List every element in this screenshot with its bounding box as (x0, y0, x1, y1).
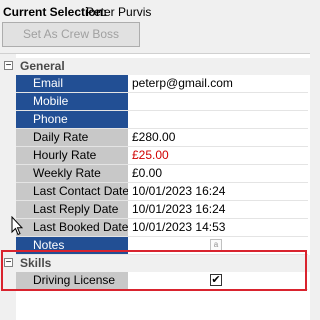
property-row-last-booked-date[interactable]: Last Booked Date 10/01/2023 14:53 (16, 219, 308, 237)
property-grid: − General Email peterp@gmail.com Mobile … (0, 53, 310, 320)
last-booked-date-value[interactable]: 10/01/2023 14:53 (129, 219, 308, 236)
property-row-driving-license[interactable]: Driving License ✔ (16, 272, 308, 290)
property-row-hourly-rate[interactable]: Hourly Rate £25.00 (16, 147, 308, 165)
property-row-phone[interactable]: Phone (16, 111, 308, 129)
property-row-daily-rate[interactable]: Daily Rate £280.00 (16, 129, 308, 147)
property-label: Notes (16, 237, 128, 254)
category-skills[interactable]: − Skills (0, 255, 310, 272)
weekly-rate-value[interactable]: £0.00 (129, 165, 308, 182)
last-reply-date-value[interactable]: 10/01/2023 16:24 (129, 201, 308, 218)
property-label: Last Reply Date (16, 201, 128, 218)
property-row-notes[interactable]: Notes a (16, 237, 308, 255)
category-general[interactable]: − General (0, 58, 310, 75)
property-label: Phone (16, 111, 128, 128)
selection-header: Current Selection: Peter Purvis Set As C… (0, 0, 310, 52)
property-label: Last Booked Date (16, 219, 128, 236)
property-row-email[interactable]: Email peterp@gmail.com (16, 75, 308, 93)
last-contact-date-value[interactable]: 10/01/2023 16:24 (129, 183, 308, 200)
property-row-last-reply-date[interactable]: Last Reply Date 10/01/2023 16:24 (16, 201, 308, 219)
property-label: Driving License (16, 272, 128, 289)
property-label: Hourly Rate (16, 147, 128, 164)
category-skills-label: Skills (20, 256, 52, 270)
driving-license-checkbox[interactable]: ✔ (210, 274, 222, 286)
mouse-pointer-icon (11, 216, 23, 236)
email-value[interactable]: peterp@gmail.com (129, 75, 308, 92)
property-label: Weekly Rate (16, 165, 128, 182)
property-label: Mobile (16, 93, 128, 110)
property-label: Daily Rate (16, 129, 128, 146)
grid-gutter (0, 54, 16, 320)
property-row-mobile[interactable]: Mobile (16, 93, 308, 111)
collapse-icon[interactable]: − (4, 258, 13, 268)
daily-rate-value[interactable]: £280.00 (129, 129, 308, 146)
hourly-rate-value[interactable]: £25.00 (129, 147, 308, 164)
collapse-icon[interactable]: − (4, 61, 13, 71)
mobile-value[interactable] (129, 93, 308, 110)
set-crew-boss-button[interactable]: Set As Crew Boss (2, 22, 140, 47)
phone-value[interactable] (129, 111, 308, 128)
category-general-label: General (20, 59, 65, 73)
property-label: Email (16, 75, 128, 92)
current-selection-value: Peter Purvis (86, 5, 152, 19)
property-label: Last Contact Date (16, 183, 128, 200)
row-divider (16, 289, 308, 290)
notes-editor-icon[interactable]: a (210, 239, 222, 251)
property-row-last-contact-date[interactable]: Last Contact Date 10/01/2023 16:24 (16, 183, 308, 201)
property-row-weekly-rate[interactable]: Weekly Rate £0.00 (16, 165, 308, 183)
